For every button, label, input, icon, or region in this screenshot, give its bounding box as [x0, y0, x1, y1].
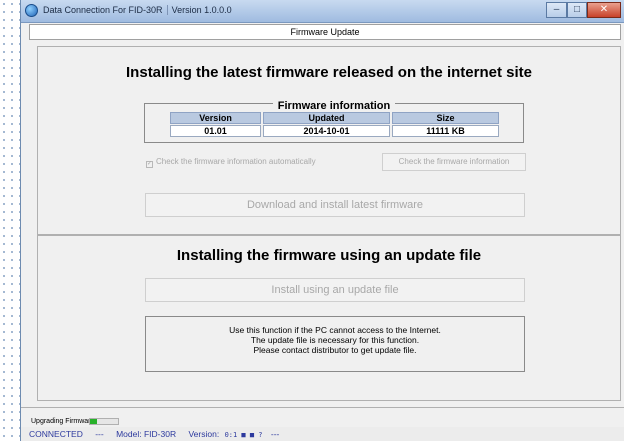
- col-header-version: Version: [170, 112, 262, 124]
- internet-section-heading: Installing the latest firmware released …: [126, 64, 532, 81]
- internet-update-panel: Installing the latest firmware released …: [37, 46, 621, 235]
- info-line: The update file is necessary for this fu…: [250, 335, 420, 345]
- version-value: 0:1 ■ ■ ?: [224, 431, 263, 439]
- window-title: Data Connection For FID-30R Version 1.0.0…: [43, 5, 232, 15]
- close-icon: ✕: [599, 4, 609, 15]
- auto-check-checkbox[interactable]: ✓: [146, 161, 153, 168]
- app-icon: [25, 4, 38, 17]
- status-trailing: ---: [270, 429, 280, 439]
- info-line: Please contact distributor to get update…: [253, 345, 417, 355]
- minimize-button[interactable]: –: [546, 2, 567, 18]
- status-divider: [21, 407, 624, 408]
- file-section-heading: Installing the firmware using an update …: [176, 247, 482, 264]
- install-from-file-button[interactable]: Install using an update file: [145, 278, 525, 302]
- status-bar: CONNECTED --- Model: FID-30R Version: 0:…: [21, 427, 624, 441]
- minimize-icon: –: [553, 4, 560, 15]
- check-firmware-button[interactable]: Check the firmware information: [382, 153, 526, 171]
- firmware-updated-value: 2014-10-01: [263, 125, 390, 137]
- maximize-button[interactable]: □: [567, 2, 587, 18]
- file-info-box: Use this function if the PC cannot acces…: [145, 316, 525, 372]
- maximize-icon: □: [573, 4, 581, 15]
- main-window: Data Connection For FID-30R Version 1.0.0…: [20, 0, 624, 441]
- col-header-size: Size: [391, 112, 499, 124]
- progress-fill: [90, 419, 97, 424]
- firmware-info-table: Version Updated Size 01.01 2014-10-01 11…: [168, 111, 501, 138]
- col-header-updated: Updated: [263, 112, 390, 124]
- close-button[interactable]: ✕: [587, 2, 621, 18]
- firmware-version-value: 01.01: [170, 125, 262, 137]
- firmware-size-value: 11111 KB: [391, 125, 499, 137]
- auto-check-label: Check the firmware information automatic…: [156, 157, 316, 166]
- download-install-button[interactable]: Download and install latest firmware: [145, 193, 525, 217]
- model-label: Model: FID-30R: [116, 429, 177, 439]
- status-separator: ---: [95, 429, 104, 439]
- auto-check-option[interactable]: ✓ Check the firmware information automati…: [146, 157, 316, 168]
- window-title-text: Data Connection For FID-30R: [43, 5, 163, 15]
- progress-bar: [89, 418, 119, 425]
- title-bar[interactable]: Data Connection For FID-30R Version 1.0.0…: [21, 0, 624, 23]
- file-update-panel: Installing the firmware using an update …: [37, 235, 621, 401]
- window-version: Version 1.0.0.0: [166, 5, 232, 15]
- firmware-info-group: Firmware information Version Updated Siz…: [144, 100, 524, 143]
- info-line: Use this function if the PC cannot acces…: [229, 325, 441, 335]
- version-label: Version:: [188, 429, 220, 439]
- connection-status: CONNECTED: [29, 429, 83, 439]
- page-title: Firmware Update: [29, 24, 621, 40]
